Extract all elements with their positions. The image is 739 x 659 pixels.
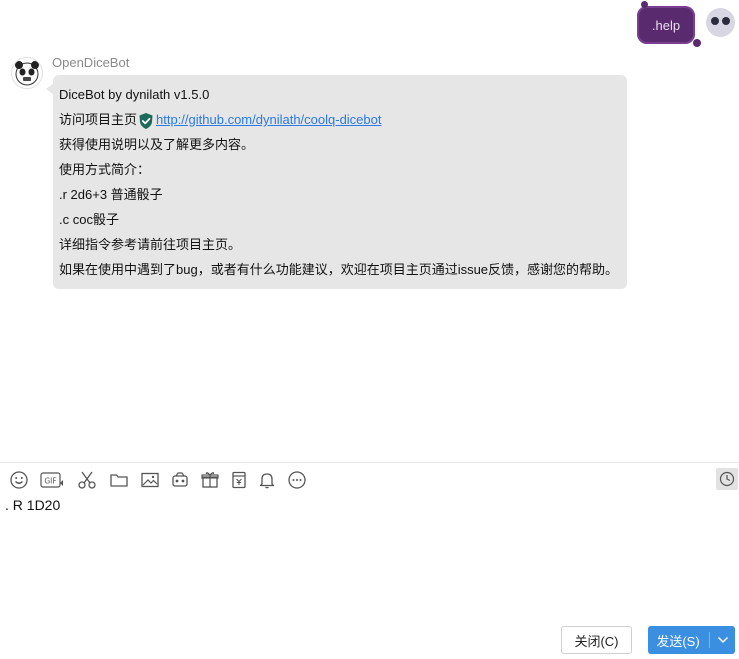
panda-face-icon	[15, 61, 39, 86]
red-packet-icon	[232, 471, 246, 489]
more-icon	[288, 471, 306, 489]
chevron-down-icon	[717, 636, 728, 644]
outgoing-message-text: .help	[651, 18, 681, 33]
clock-icon	[719, 471, 735, 487]
bell-icon	[259, 473, 275, 489]
bot-message-bubble[interactable]: DiceBot by dynilath v1.5.0 访问项目主页 http:/…	[46, 75, 627, 289]
avatar-eye-left	[711, 17, 719, 25]
message-line: 如果在使用中遇到了bug，或者有什么功能建议，欢迎在项目主页通过issue反馈，…	[59, 262, 619, 277]
send-options-dropdown[interactable]	[710, 626, 735, 654]
emoji-button[interactable]	[8, 469, 30, 491]
send-button[interactable]: 发送(S)	[648, 626, 708, 654]
message-line: 使用方式简介：	[59, 162, 151, 177]
folder-icon	[110, 474, 128, 487]
outgoing-message-bubble[interactable]: .help	[637, 1, 701, 47]
message-line: 详细指令参考请前往项目主页。	[59, 237, 242, 252]
chat-window: .help OpenDiceBot DiceBot by dynilath v1…	[0, 0, 739, 659]
emoji-icon	[10, 471, 28, 489]
image-icon	[141, 472, 159, 488]
message-line: 访问项目主页 http://github.com/dynilath/coolq-…	[59, 110, 381, 130]
message-line: DiceBot by dynilath v1.5.0	[59, 87, 210, 102]
close-button[interactable]: 关闭(C)	[561, 626, 632, 654]
shake-icon	[172, 472, 188, 487]
screenshot-button[interactable]	[76, 469, 98, 491]
more-button[interactable]	[286, 469, 308, 491]
gif-icon: GIF	[40, 472, 63, 488]
red-packet-button[interactable]	[228, 469, 250, 491]
input-divider	[0, 462, 739, 463]
message-text: 访问项目主页	[59, 112, 138, 127]
gift-icon	[201, 472, 219, 488]
scissors-icon	[78, 471, 96, 489]
reminder-button[interactable]	[256, 469, 278, 491]
window-shake-button[interactable]	[169, 469, 191, 491]
message-history-button[interactable]	[716, 468, 738, 490]
message-history: .help OpenDiceBot DiceBot by dynilath v1…	[0, 0, 739, 462]
message-line: .r 2d6+3 普通骰子	[59, 187, 163, 202]
input-toolbar: GIF	[0, 466, 739, 494]
message-line: .c coc骰子	[59, 212, 119, 227]
gif-button[interactable]: GIF	[40, 469, 64, 491]
image-button[interactable]	[139, 469, 161, 491]
file-button[interactable]	[108, 469, 130, 491]
gif-label: GIF	[44, 477, 56, 486]
self-avatar[interactable]	[706, 8, 735, 37]
shield-check-icon	[139, 112, 153, 129]
gift-button[interactable]	[199, 469, 221, 491]
bot-sender-name: OpenDiceBot	[52, 55, 130, 70]
project-homepage-link[interactable]: http://github.com/dynilath/coolq-dicebot	[156, 112, 381, 127]
send-button-group: 发送(S)	[648, 626, 735, 654]
bot-avatar[interactable]	[11, 57, 43, 89]
message-line: 获得使用说明以及了解更多内容。	[59, 137, 255, 152]
message-input[interactable]	[5, 497, 730, 612]
avatar-eye-right	[722, 17, 730, 25]
